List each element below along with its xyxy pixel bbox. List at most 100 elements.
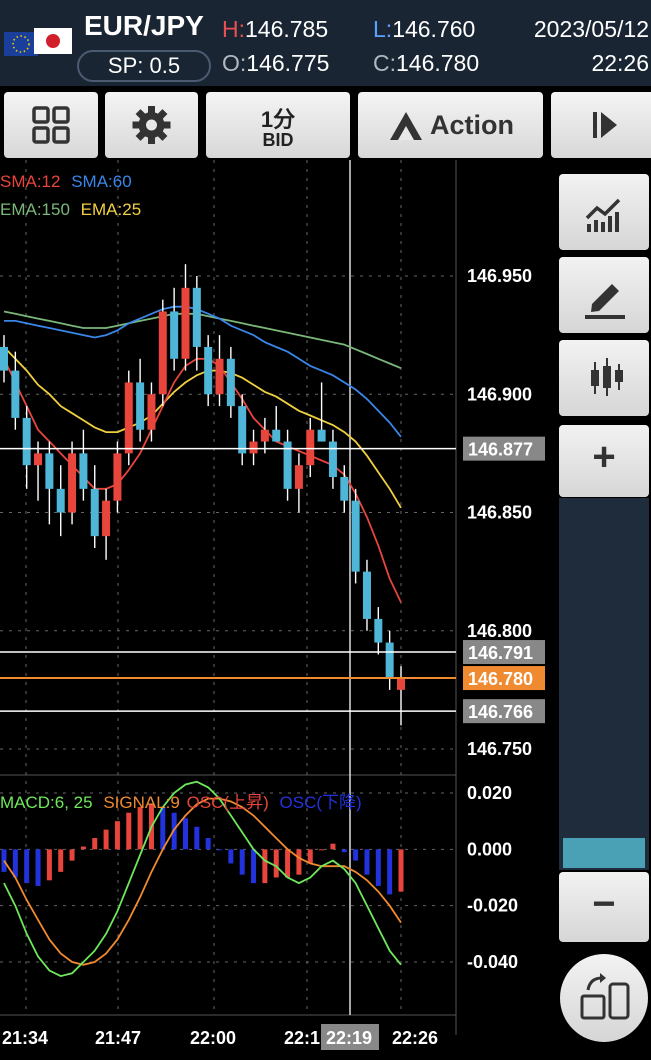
price-axis-label: 146.950 — [467, 266, 532, 286]
candles — [0, 264, 405, 726]
candle-body — [22, 417, 31, 466]
settings-button[interactable] — [105, 92, 198, 158]
osc-bar — [296, 849, 302, 875]
signal-line — [3, 797, 402, 966]
candle-body — [374, 618, 383, 643]
moving-average-lines — [3, 305, 402, 603]
price-axis-label: 146.750 — [467, 739, 532, 759]
candle-body — [294, 465, 303, 489]
plus-icon: + — [592, 435, 616, 479]
candle-body — [0, 346, 8, 371]
legend-osc-down: OSC(下降) — [279, 793, 362, 812]
price-tag-current: 146.780 — [468, 669, 533, 689]
osc-bar — [285, 849, 291, 878]
price-chart[interactable]: 146.950 146.900 146.850 146.800 146.750 0.020… — [0, 160, 552, 1055]
high-value: H:146.785 — [222, 16, 329, 42]
currency-pair-title[interactable]: EUR/JPY — [84, 10, 204, 42]
osc-bar — [398, 849, 404, 892]
time-axis-label: 22:26 — [392, 1028, 438, 1048]
osc-bar — [228, 849, 234, 864]
candle-body — [192, 287, 201, 347]
macd-axis-label: -0.040 — [467, 952, 518, 972]
chart-type-button[interactable] — [559, 340, 649, 416]
osc-bar — [341, 849, 347, 853]
candle-body — [34, 453, 43, 466]
candle-body — [340, 477, 349, 501]
eur-jpy-flag-icon — [4, 28, 72, 56]
rotate-screen-button[interactable] — [560, 954, 648, 1042]
rotate-screen-icon — [580, 973, 630, 1020]
low-value: L:146.760 — [373, 16, 476, 42]
bar-date: 2023/05/12 — [533, 16, 649, 42]
osc-bar — [330, 843, 336, 850]
minus-icon: − — [592, 882, 616, 926]
osc-bar — [103, 829, 109, 850]
osc-bar — [319, 849, 325, 851]
osc-bar — [251, 849, 257, 884]
osc-bar — [262, 849, 268, 884]
zoom-out-button[interactable]: − — [559, 872, 649, 942]
candle-body — [328, 441, 337, 478]
osc-bar — [12, 849, 18, 878]
zoom-level-indicator[interactable] — [563, 838, 645, 868]
price-type-label: BID — [262, 130, 294, 150]
layout-button[interactable] — [4, 92, 98, 158]
price-tag-146766: 146.766 — [468, 702, 533, 722]
osc-bar — [364, 849, 370, 875]
axis-labels: 146.950 146.900 146.850 146.800 146.750 0.020… — [2, 266, 545, 1050]
legend-ema25: EMA:25 — [80, 200, 142, 219]
osc-bar — [69, 849, 75, 861]
osc-bar — [307, 849, 313, 864]
osc-bar — [92, 838, 98, 850]
candle-body — [79, 453, 88, 489]
candle-body — [170, 311, 179, 359]
price-axis-label: 146.800 — [467, 621, 532, 641]
osc-bar — [353, 849, 359, 861]
candle-body — [238, 406, 247, 454]
close-value: C:146.780 — [373, 50, 480, 76]
osc-bar — [205, 838, 211, 850]
chart-indicator-icon — [585, 198, 621, 232]
osc-bar — [24, 849, 30, 884]
play-button[interactable] — [551, 92, 651, 158]
osc-bar — [137, 807, 143, 850]
candle-body — [147, 394, 156, 430]
price-axis-label: 146.900 — [467, 384, 532, 404]
legend-macd: MACD:6, 25 — [0, 793, 93, 812]
sma60-line — [4, 305, 402, 438]
zoom-track[interactable] — [559, 498, 649, 870]
zoom-in-button[interactable]: + — [559, 425, 649, 497]
legend-sma12: SMA:12 — [0, 172, 61, 191]
macd-axis-label: 0.020 — [467, 783, 512, 803]
candle-body — [90, 488, 99, 537]
candle-body — [249, 441, 258, 454]
osc-bar — [126, 812, 132, 850]
osc-bar — [114, 821, 120, 850]
osc-bar — [182, 818, 188, 850]
indicator-button[interactable] — [559, 174, 649, 250]
candle-body — [260, 429, 269, 442]
osc-bar — [35, 849, 41, 886]
ma-legend-row1: SMA:12 SMA:60 — [0, 172, 132, 192]
candle-body — [102, 500, 111, 537]
legend-sma60: SMA:60 — [71, 172, 132, 191]
candle-body — [397, 678, 405, 690]
timeframe-button[interactable]: 1分 BID — [206, 92, 350, 158]
candlestick-icon — [591, 358, 623, 396]
candle-body — [181, 287, 190, 359]
osc-bar — [46, 849, 52, 881]
header-bar: EUR/JPY SP: 0.5 H:146.785 O:146.775 L:14… — [0, 0, 651, 86]
chart-area[interactable]: 146.950 146.900 146.850 146.800 146.750 0.020… — [0, 160, 552, 1055]
action-button[interactable]: Action — [358, 92, 543, 158]
osc-bar — [239, 849, 245, 875]
candle-body — [113, 453, 122, 501]
action-label: Action — [430, 110, 514, 140]
draw-tool-button[interactable] — [559, 257, 649, 333]
time-axis-label: 21:34 — [2, 1028, 48, 1048]
time-axis-label: 21:47 — [95, 1028, 141, 1048]
grid-layout-icon — [32, 106, 70, 144]
legend-signal: SIGNAL:9 — [103, 793, 180, 812]
candle-body — [45, 453, 54, 489]
chart-sidebar: + − — [552, 160, 651, 1055]
gear-icon — [132, 106, 171, 144]
